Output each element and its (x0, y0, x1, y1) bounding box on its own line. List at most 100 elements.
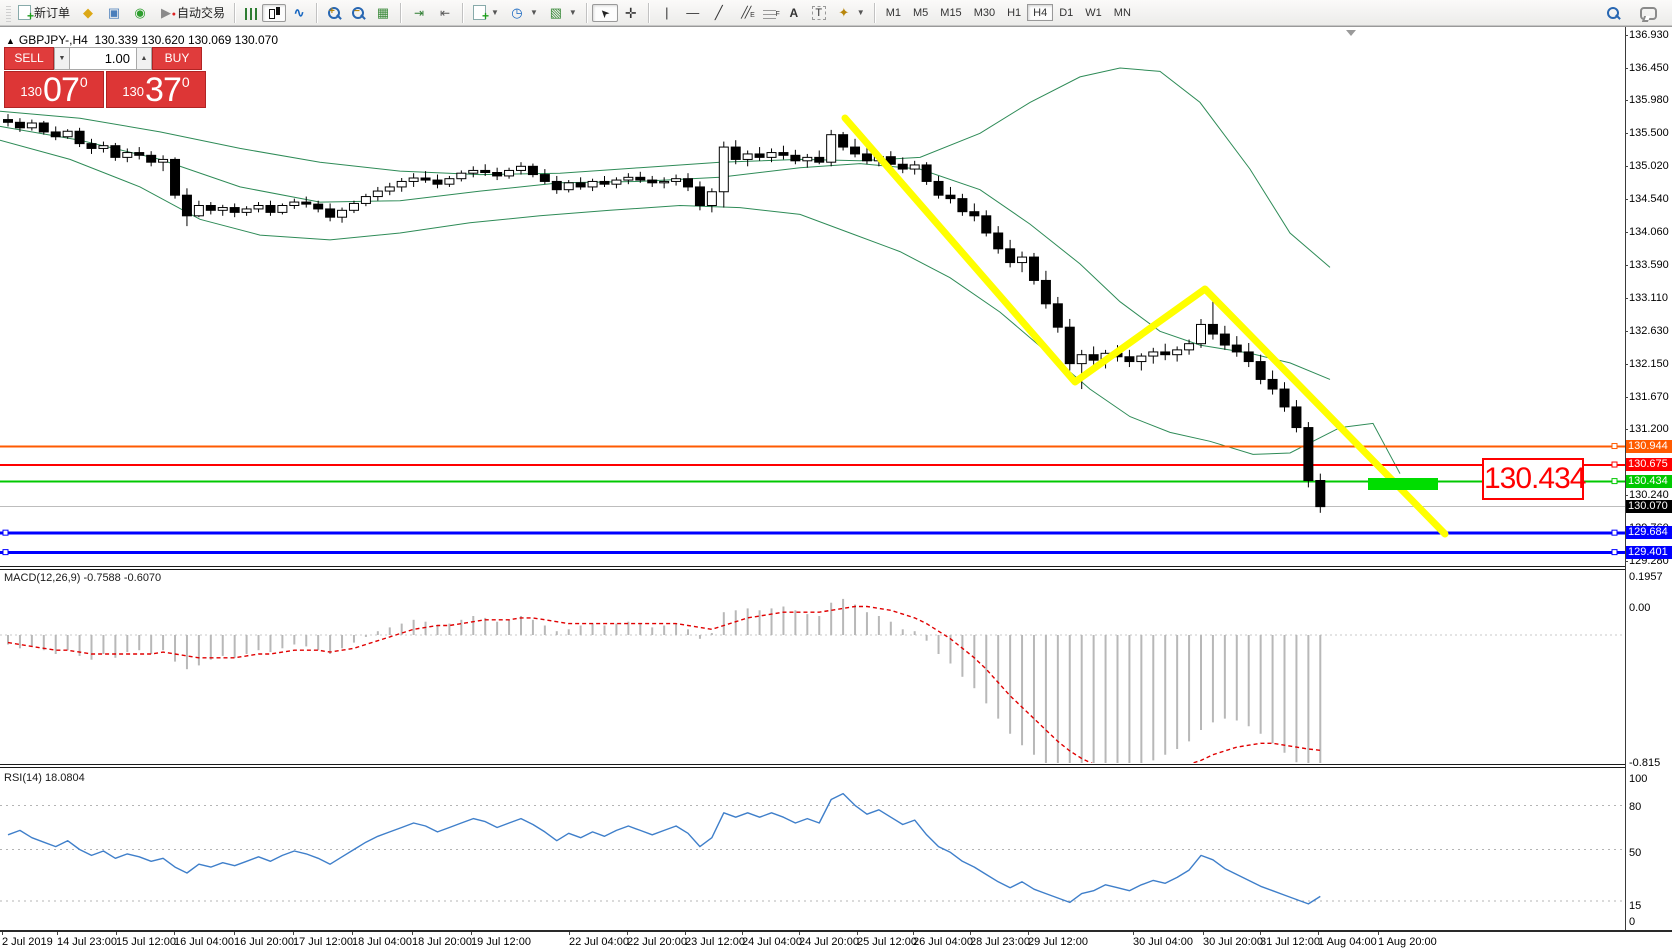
line-handle[interactable] (3, 550, 8, 555)
trendline-yellow[interactable] (845, 118, 1445, 534)
market-watch-icon[interactable]: ◆ (75, 4, 101, 22)
timeframe-mn-button[interactable]: MN (1108, 4, 1137, 21)
price-chart-canvas[interactable] (0, 28, 1625, 565)
auto-scroll-button[interactable]: ⇥ (406, 4, 432, 22)
line-chart-button[interactable]: ∿ (286, 4, 312, 22)
buy-button[interactable]: BUY (152, 47, 202, 70)
timeframe-h4-button[interactable]: H4 (1027, 4, 1053, 21)
time-axis-tick (234, 932, 235, 935)
buy-price-display[interactable]: 130 37 0 (106, 71, 206, 108)
chevron-down-icon[interactable]: ▼ (857, 8, 865, 17)
line-handle[interactable] (3, 530, 8, 535)
rsi-panel-separator[interactable] (0, 764, 1672, 768)
volume-up-button[interactable]: ▲ (136, 47, 152, 70)
rsi-canvas[interactable] (0, 769, 1625, 930)
gem-icon: ◆ (80, 5, 96, 21)
candle-body (970, 212, 979, 216)
chat-icon[interactable] (1635, 4, 1662, 22)
time-axis-label: 19 Jul 12:00 (471, 936, 531, 948)
autotrading-button-label: 自动交易 (177, 4, 225, 21)
level-price-tag: 130.944 (1626, 440, 1672, 453)
candle-body (206, 206, 215, 211)
candle-body (612, 180, 621, 184)
text-button[interactable]: A (781, 4, 807, 22)
timeframe-d1-button[interactable]: D1 (1053, 4, 1079, 21)
arrows-button[interactable]: ✦▼ (831, 4, 870, 22)
trendline-button[interactable]: ╱ (706, 4, 732, 22)
zoom-in-button[interactable] (322, 4, 346, 22)
toolbar-grip[interactable] (6, 4, 11, 22)
price-annotation-label[interactable]: 130.434 (1482, 458, 1584, 500)
line-handle[interactable] (1612, 462, 1617, 467)
rectangle-green[interactable] (1368, 478, 1438, 490)
zoom-out-button[interactable] (346, 4, 370, 22)
price-axis-tick-label: 135.020 (1629, 160, 1669, 172)
sell-button[interactable]: SELL (4, 47, 54, 70)
equidistant-channel-button[interactable]: ╱╱ (732, 4, 758, 22)
timeframe-m1-button[interactable]: M1 (880, 4, 907, 21)
autotrade-icon: ▶ (158, 5, 174, 21)
time-axis[interactable]: 2 Jul 201914 Jul 23:0015 Jul 12:0016 Jul… (0, 930, 1672, 949)
indicators-button[interactable]: ▧▼ (543, 4, 582, 22)
candle-body (266, 206, 275, 213)
timeframe-h1-button[interactable]: H1 (1001, 4, 1027, 21)
timeframe-m15-button[interactable]: M15 (934, 4, 967, 21)
level-price-tag: 130.434 (1626, 475, 1672, 488)
vertical-line-button[interactable]: | (654, 4, 680, 22)
macd-canvas[interactable] (0, 570, 1625, 763)
autotrading-button[interactable]: ▶自动交易 (153, 4, 230, 22)
cursor-icon: ➤ (593, 1, 616, 24)
chevron-down-icon[interactable]: ▼ (569, 8, 577, 17)
line-handle[interactable] (1612, 479, 1617, 484)
time-axis-label: 28 Jul 23:00 (970, 936, 1030, 948)
line-handle[interactable] (1612, 530, 1617, 535)
timeframe-m5-button[interactable]: M5 (907, 4, 934, 21)
candlestick-chart-button[interactable] (262, 4, 286, 22)
horizontal-line-button[interactable]: — (680, 4, 706, 22)
chevron-down-icon[interactable]: ▼ (530, 8, 538, 17)
crosshair-icon: ✛ (623, 5, 639, 21)
candle-body (815, 157, 824, 162)
candle-body (862, 154, 871, 161)
candle-body (314, 204, 323, 209)
time-axis-tick (1318, 932, 1319, 935)
new-order-button[interactable]: 新订单 (13, 4, 75, 22)
symbol-ohlc: 130.339 130.620 130.069 130.070 (95, 33, 279, 47)
axis-tick (1625, 232, 1628, 233)
axis-tick (1625, 265, 1628, 266)
signals-button[interactable]: ◉ (127, 4, 153, 22)
candle-body (493, 173, 502, 176)
crosshair-button[interactable]: ✛ (618, 4, 644, 22)
time-axis-tick (970, 932, 971, 935)
line-handle[interactable] (1612, 444, 1617, 449)
candle-body (182, 195, 191, 216)
label-button[interactable]: T (807, 4, 831, 22)
chevron-down-icon[interactable]: ▼ (491, 8, 499, 17)
price-axis-tick-label: 131.670 (1629, 391, 1669, 403)
line-handle[interactable] (1612, 550, 1617, 555)
candle-body (1220, 334, 1229, 345)
candle-body (719, 147, 728, 192)
candle-body (159, 159, 168, 162)
vline-icon: | (659, 5, 675, 21)
periods-button[interactable]: ◷▼ (504, 4, 543, 22)
search-icon[interactable] (1601, 4, 1625, 22)
timeframe-m30-button[interactable]: M30 (968, 4, 1001, 21)
bar-chart-button[interactable] (240, 4, 262, 22)
volume-down-button[interactable]: ▼ (54, 47, 70, 70)
sell-price-display[interactable]: 130 07 0 (4, 71, 104, 108)
timeframe-w1-button[interactable]: W1 (1079, 4, 1108, 21)
axis-tick (1625, 364, 1628, 365)
candle-body (1173, 350, 1182, 355)
collapse-panel-icon[interactable]: ▲ (6, 36, 15, 46)
new-chart-button[interactable]: ▼ (468, 4, 504, 22)
fibonacci-button[interactable] (758, 4, 781, 22)
chart-window-button[interactable]: ▣ (101, 4, 127, 22)
sell-price-pips: 07 (43, 75, 79, 105)
chart-shift-button[interactable]: ⇤ (432, 4, 458, 22)
price-axis-tick-label: 135.500 (1629, 127, 1669, 139)
volume-input[interactable] (70, 47, 136, 70)
chart-shift-marker[interactable] (1346, 30, 1356, 36)
tile-windows-button[interactable]: ▦ (370, 4, 396, 22)
cursor-button[interactable]: ➤ (592, 4, 618, 22)
